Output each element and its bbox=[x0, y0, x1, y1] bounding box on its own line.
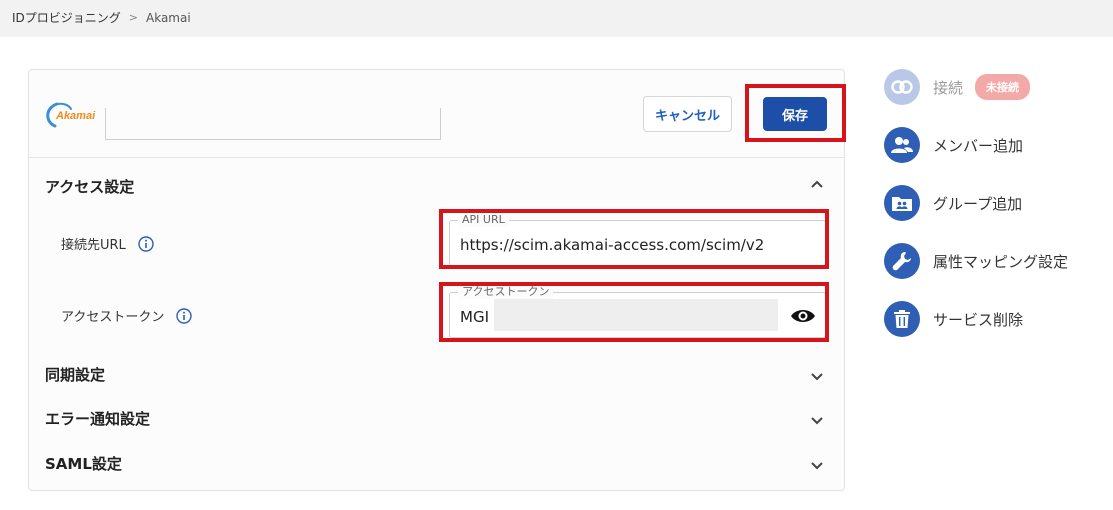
chevron-down-icon[interactable] bbox=[809, 368, 825, 384]
status-badge: 未接続 bbox=[975, 74, 1031, 100]
sidebar-label-attr-mapping: 属性マッピング設定 bbox=[933, 252, 1069, 271]
url-label: 接続先URL bbox=[61, 238, 126, 253]
cancel-button[interactable]: キャンセル bbox=[643, 96, 732, 132]
card-header: Akamai キャンセル 保存 bbox=[29, 70, 846, 158]
section-title-sync[interactable]: 同期設定 bbox=[45, 364, 105, 385]
service-settings-card: Akamai キャンセル 保存 アクセス設定 接続先URL API URL ht… bbox=[28, 69, 846, 491]
sidebar-item-connect[interactable]: 接続 未接続 bbox=[884, 69, 1104, 105]
sidebar-label-delete-service: サービス削除 bbox=[933, 310, 1024, 329]
sidebar-label-connect: 接続 bbox=[933, 78, 964, 97]
breadcrumb: IDプロビジョニング > Akamai bbox=[12, 9, 191, 26]
wrench-icon bbox=[884, 243, 920, 279]
info-icon[interactable] bbox=[138, 235, 154, 252]
sidebar-item-add-member[interactable]: メンバー追加 bbox=[884, 127, 1104, 163]
akamai-logo: Akamai bbox=[43, 100, 103, 130]
access-token-highlight-box bbox=[439, 282, 829, 342]
section-title-access[interactable]: アクセス設定 bbox=[45, 176, 134, 197]
link-icon bbox=[884, 69, 920, 105]
section-title-saml[interactable]: SAML設定 bbox=[45, 453, 122, 474]
chevron-down-icon[interactable] bbox=[809, 457, 825, 473]
group-folder-icon bbox=[884, 185, 920, 221]
chevron-down-icon[interactable] bbox=[809, 412, 825, 428]
sidebar-item-add-group[interactable]: グループ追加 bbox=[884, 185, 1104, 221]
section-title-error-notify[interactable]: エラー通知設定 bbox=[45, 408, 150, 429]
token-row-label: アクセストークン bbox=[61, 306, 193, 325]
info-icon[interactable] bbox=[176, 307, 193, 324]
sidebar-label-add-group: グループ追加 bbox=[933, 194, 1023, 213]
breadcrumb-parent[interactable]: IDプロビジョニング bbox=[12, 9, 121, 26]
breadcrumb-current: Akamai bbox=[146, 10, 191, 25]
url-row-label: 接続先URL bbox=[61, 234, 154, 253]
sidebar-label-add-member: メンバー追加 bbox=[933, 136, 1024, 155]
save-highlight-box bbox=[745, 84, 846, 142]
api-url-highlight-box bbox=[439, 209, 829, 269]
sidebar-item-delete-service[interactable]: サービス削除 bbox=[884, 301, 1104, 337]
token-label: アクセストークン bbox=[61, 310, 165, 325]
sidebar-item-attr-mapping[interactable]: 属性マッピング設定 bbox=[884, 243, 1104, 279]
users-icon bbox=[884, 127, 920, 163]
top-bar: IDプロビジョニング > Akamai bbox=[0, 0, 1113, 37]
service-name-input[interactable] bbox=[105, 108, 441, 140]
breadcrumb-separator: > bbox=[128, 11, 138, 24]
chevron-up-icon[interactable] bbox=[809, 177, 825, 193]
logo-text: Akamai bbox=[56, 110, 96, 122]
trash-icon bbox=[884, 301, 920, 337]
